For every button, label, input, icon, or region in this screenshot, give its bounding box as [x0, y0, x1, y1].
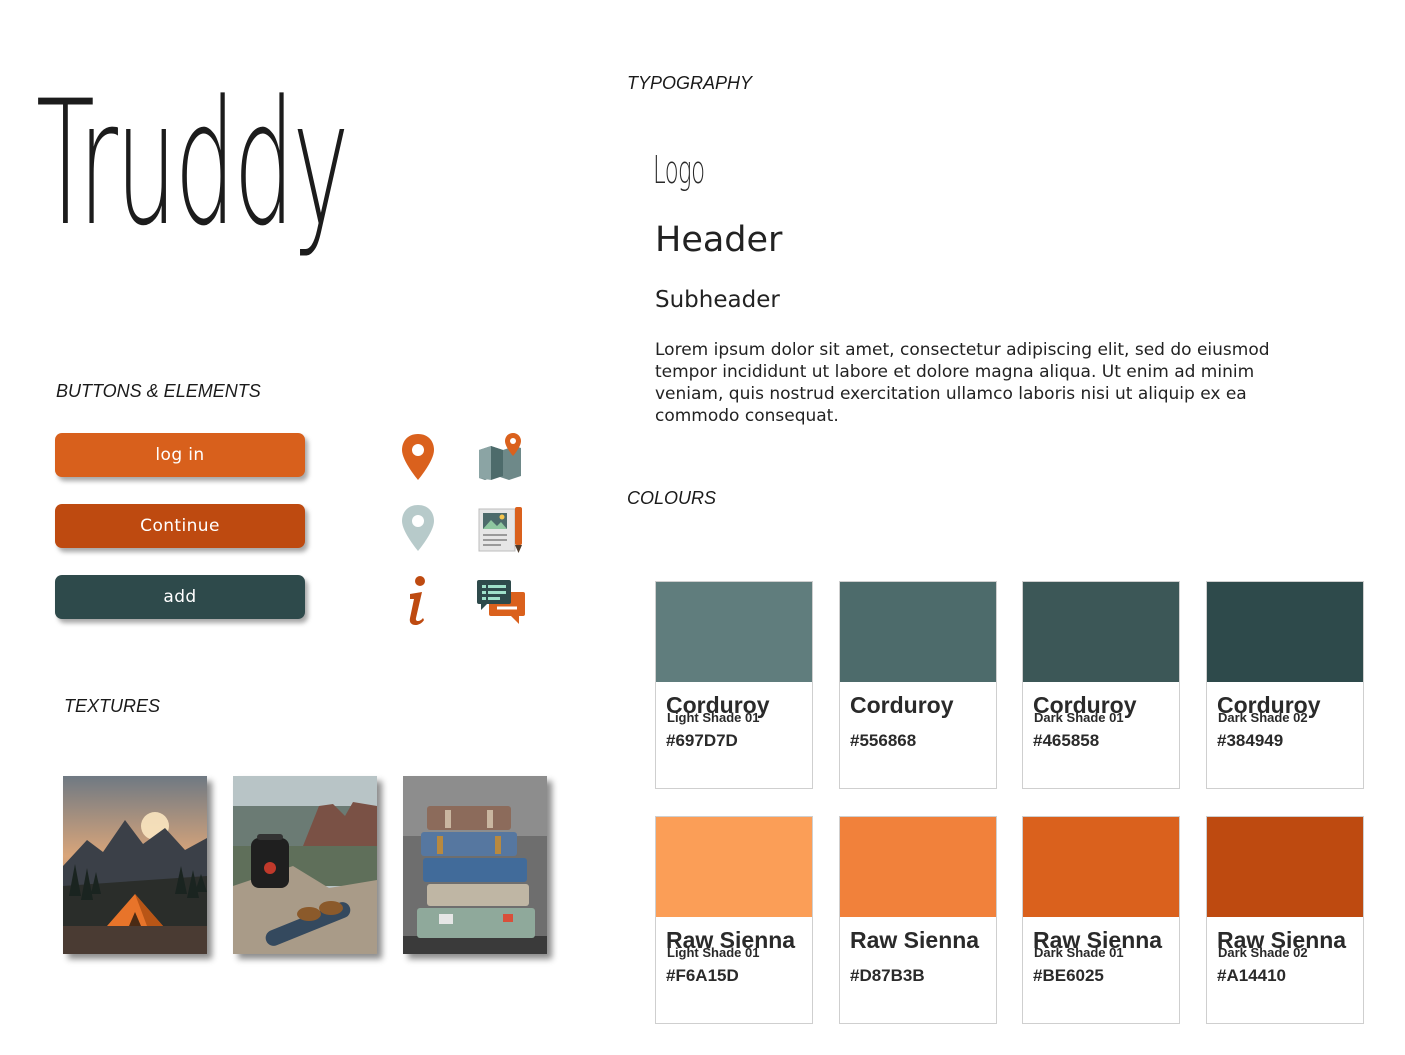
section-label-buttons: BUTTONS & ELEMENTS — [56, 381, 261, 401]
continue-button[interactable]: Continue — [55, 504, 305, 548]
colour-hex: #A14410 — [1217, 966, 1287, 985]
section-label-typography: TYPOGRAPHY — [627, 73, 753, 93]
typography-logo-sample: Logo — [653, 148, 705, 192]
colour-chip — [656, 582, 812, 682]
map-pin-icon — [390, 430, 446, 486]
colour-shade: Light Shade 01 — [667, 945, 760, 960]
colour-chip — [1207, 582, 1363, 682]
colour-swatch-raw-sienna-dark-01: Raw Sienna Dark Shade 01 #BE6025 — [1022, 816, 1180, 1024]
colour-hex: #697D7D — [666, 731, 738, 750]
colour-chip — [1023, 817, 1179, 917]
login-button[interactable]: log in — [55, 433, 305, 477]
colour-swatch-raw-sienna-light-01: Raw Sienna Light Shade 01 #F6A15D — [655, 816, 813, 1024]
chat-icon — [473, 572, 529, 628]
colour-hex: #BE6025 — [1033, 966, 1104, 985]
colour-hex: #F6A15D — [666, 966, 739, 985]
info-icon — [390, 572, 446, 628]
typography-subheader-sample: Subheader — [655, 287, 780, 313]
typography-body-sample: Lorem ipsum dolor sit amet, consectetur … — [655, 340, 1270, 426]
colour-chip — [1023, 582, 1179, 682]
colour-shade: Dark Shade 01 — [1034, 710, 1124, 725]
texture-suitcases-photo — [403, 776, 547, 954]
typography-header-sample: Header — [655, 220, 783, 260]
texture-tent-photo — [63, 776, 207, 954]
colour-shade: Light Shade 01 — [667, 710, 760, 725]
colour-shade: Dark Shade 01 — [1034, 945, 1124, 960]
colour-hex: #556868 — [850, 731, 917, 750]
colour-hex: #465858 — [1033, 731, 1100, 750]
colour-swatch-raw-sienna: Raw Sienna #D87B3B — [839, 816, 997, 1024]
folded-map-icon — [473, 430, 529, 486]
colour-hex: #D87B3B — [850, 966, 925, 985]
map-pin-outline-icon — [390, 501, 446, 557]
brand-title: Truddy — [36, 63, 349, 264]
texture-backpack-photo — [233, 776, 377, 954]
colour-chip — [840, 582, 996, 682]
colour-shade: Dark Shade 02 — [1218, 945, 1308, 960]
section-label-colours: COLOURS — [627, 488, 717, 508]
colour-shade: Dark Shade 02 — [1218, 710, 1308, 725]
colour-name: Corduroy — [850, 692, 954, 718]
colour-hex: #384949 — [1217, 731, 1284, 750]
colour-chip — [1207, 817, 1363, 917]
colour-chip — [840, 817, 996, 917]
photo-document-icon — [473, 501, 529, 557]
section-label-textures: TEXTURES — [64, 696, 161, 716]
colour-swatch-corduroy-light-01: Corduroy Light Shade 01 #697D7D — [655, 581, 813, 789]
colour-swatch-corduroy-dark-02: Corduroy Dark Shade 02 #384949 — [1206, 581, 1364, 789]
colour-swatch-corduroy-dark-01: Corduroy Dark Shade 01 #465858 — [1022, 581, 1180, 789]
colour-name: Raw Sienna — [850, 927, 980, 953]
colour-swatch-raw-sienna-dark-02: Raw Sienna Dark Shade 02 #A14410 — [1206, 816, 1364, 1024]
colour-swatch-corduroy: Corduroy #556868 — [839, 581, 997, 789]
add-button[interactable]: add — [55, 575, 305, 619]
colour-chip — [656, 817, 812, 917]
